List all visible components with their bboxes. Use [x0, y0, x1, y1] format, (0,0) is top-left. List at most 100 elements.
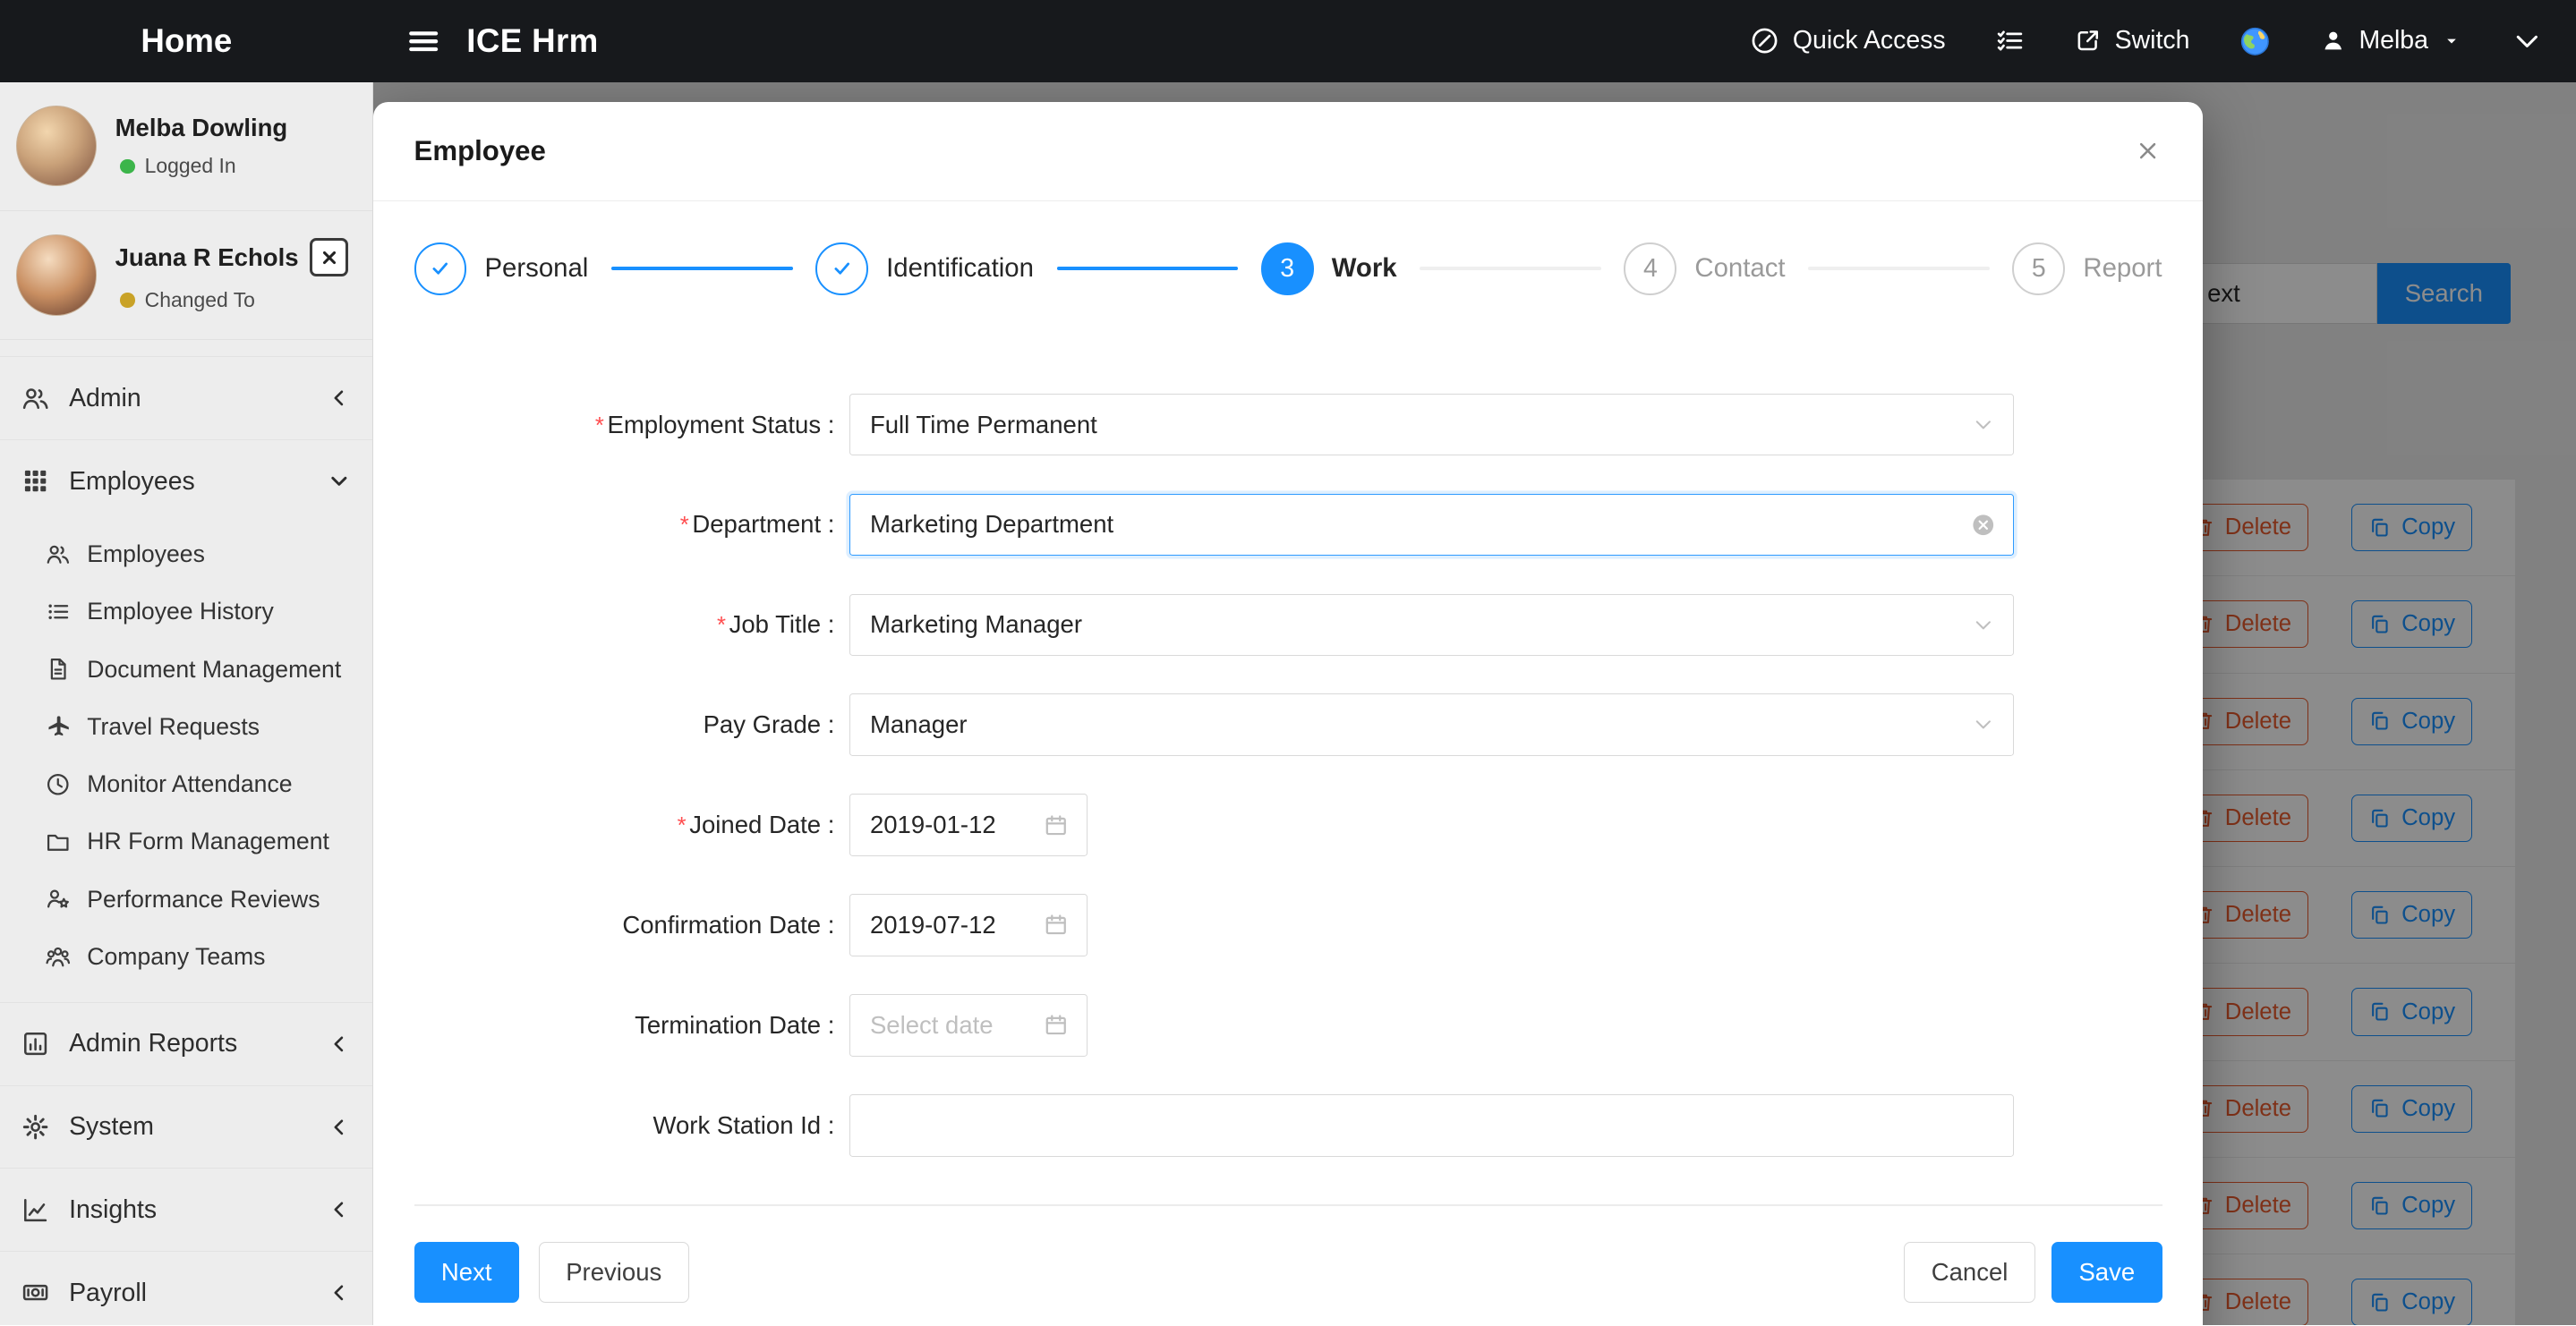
travel-icon: [46, 715, 71, 740]
chevron-down-icon: [2511, 25, 2544, 58]
confirmation-date-picker[interactable]: 2019-07-12: [849, 894, 1088, 956]
next-button[interactable]: Next: [414, 1242, 519, 1303]
select-arrow-icon: [1972, 413, 1995, 437]
sidebar-item-employee-history[interactable]: Employee History: [0, 583, 372, 641]
switch-button[interactable]: Switch: [2074, 26, 2190, 55]
sidebar: Melba Dowling Logged In Juana R Echols C…: [0, 82, 373, 1325]
step-report[interactable]: 5 Report: [2012, 242, 2162, 295]
hamburger-icon[interactable]: [405, 23, 441, 59]
step-connector: [611, 267, 792, 270]
close-icon: [2134, 137, 2162, 165]
department-select[interactable]: Marketing Department: [849, 494, 2014, 557]
modal-close-button[interactable]: [2134, 137, 2162, 165]
field-label: Work Station Id: [414, 1111, 849, 1140]
select-arrow-icon: [1972, 614, 1995, 637]
top-navbar: Home ICE Hrm Quick Access Switch Melba: [0, 0, 2576, 82]
pay-grade-select[interactable]: Manager: [849, 693, 2014, 756]
collapse-navbar-button[interactable]: [2511, 25, 2544, 58]
chevron-down-icon: [328, 470, 351, 493]
profile-name: Juana R Echols: [115, 243, 299, 272]
app: Home ICE Hrm Quick Access Switch Melba: [0, 0, 2576, 1325]
chevron-left-icon: [328, 1281, 351, 1305]
changed-to-profile: Juana R Echols Changed To: [0, 211, 372, 340]
sidebar-item-company-teams[interactable]: Company Teams: [0, 928, 372, 985]
home-link[interactable]: Home: [0, 22, 373, 60]
close-profile-button[interactable]: [310, 238, 348, 276]
sidebar-item-admin[interactable]: Admin: [0, 356, 372, 439]
check-icon: [830, 256, 855, 281]
status-dot-green: [120, 159, 135, 174]
field-label: *Employment Status: [414, 411, 849, 439]
sidebar-item-travel-requests[interactable]: Travel Requests: [0, 698, 372, 755]
tasks-icon: [1995, 26, 2025, 55]
job-title-select[interactable]: Marketing Manager: [849, 594, 2014, 657]
sidebar-item-hr-form-management[interactable]: HR Form Management: [0, 813, 372, 871]
teams-icon: [46, 945, 71, 970]
step-connector: [1808, 267, 1989, 270]
chevron-left-icon: [328, 387, 351, 410]
profile-name: Melba Dowling: [115, 114, 288, 142]
check-icon: [428, 256, 453, 281]
step-work[interactable]: 3 Work: [1261, 242, 1397, 295]
folder-icon: [46, 829, 71, 854]
sidebar-item-document-management[interactable]: Document Management: [0, 641, 372, 698]
work-station-id-input[interactable]: [849, 1094, 2014, 1157]
profile-status: Changed To: [115, 288, 356, 312]
sidebar-item-employees[interactable]: Employees: [0, 439, 372, 523]
employee-modal: Employee Personal Identification 3: [373, 102, 2204, 1325]
step-circle: 5: [2012, 242, 2065, 295]
field-label: Pay Grade: [414, 710, 849, 739]
caret-down-icon: [2442, 31, 2461, 51]
calendar-icon: [1044, 1013, 1069, 1038]
step-contact[interactable]: 4 Contact: [1624, 242, 1785, 295]
tasks-button[interactable]: [1995, 26, 2025, 55]
field-label: *Department: [414, 510, 849, 539]
clear-icon[interactable]: [1971, 513, 1996, 538]
sidebar-item-insights[interactable]: Insights: [0, 1168, 372, 1251]
step-personal[interactable]: Personal: [414, 242, 589, 295]
step-connector: [1057, 267, 1238, 270]
previous-button[interactable]: Previous: [539, 1242, 689, 1303]
wizard-steps: Personal Identification 3 Work 4 Contact: [414, 242, 2162, 295]
step-circle: [414, 242, 467, 295]
step-circle: [815, 242, 868, 295]
switch-icon: [2074, 27, 2102, 55]
logged-in-profile: Melba Dowling Logged In: [0, 82, 372, 211]
employment-status-select[interactable]: Full Time Permanent: [849, 394, 2014, 456]
save-button[interactable]: Save: [2051, 1242, 2162, 1303]
language-button[interactable]: [2239, 25, 2272, 58]
cancel-button[interactable]: Cancel: [1904, 1242, 2034, 1303]
history-icon: [46, 599, 71, 625]
chevron-left-icon: [328, 1033, 351, 1056]
sidebar-item-payroll[interactable]: Payroll: [0, 1251, 372, 1325]
avatar: [16, 234, 97, 315]
avatar: [16, 106, 97, 186]
document-icon: [46, 657, 71, 682]
quick-access-button[interactable]: Quick Access: [1750, 26, 1945, 55]
sidebar-item-monitor-attendance[interactable]: Monitor Attendance: [0, 756, 372, 813]
modal-footer: Next Previous Cancel Save: [414, 1206, 2162, 1325]
sidebar-item-performance-reviews[interactable]: Performance Reviews: [0, 871, 372, 928]
select-arrow-icon: [1972, 713, 1995, 736]
gear-icon: [21, 1113, 49, 1141]
modal-body: Personal Identification 3 Work 4 Contact: [373, 201, 2204, 1325]
joined-date-picker[interactable]: 2019-01-12: [849, 794, 1088, 856]
modal-header: Employee: [373, 102, 2204, 201]
calendar-icon: [1044, 813, 1069, 838]
user-menu[interactable]: Melba: [2321, 26, 2461, 55]
step-identification[interactable]: Identification: [815, 242, 1034, 295]
sidebar-item-employees-list[interactable]: Employees: [0, 526, 372, 583]
user-icon: [2321, 29, 2346, 54]
status-dot-amber: [120, 293, 135, 308]
profile-status: Logged In: [115, 154, 356, 178]
user-name: Melba: [2358, 26, 2427, 55]
field-label: *Job Title: [414, 610, 849, 639]
clock-icon: [46, 772, 71, 797]
sidebar-item-admin-reports[interactable]: Admin Reports: [0, 1002, 372, 1085]
calendar-icon: [1044, 913, 1069, 938]
sidebar-item-system[interactable]: System: [0, 1085, 372, 1169]
termination-date-picker[interactable]: Select date: [849, 994, 1088, 1057]
field-label: *Joined Date: [414, 811, 849, 839]
step-connector: [1420, 267, 1600, 270]
admin-icon: [21, 385, 49, 412]
